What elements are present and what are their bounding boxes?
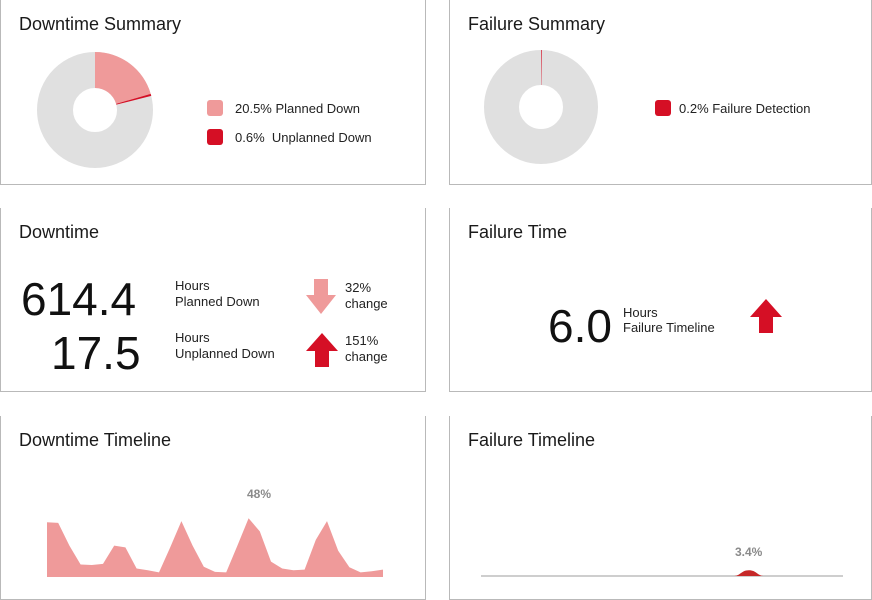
downtime-area-chart[interactable] <box>45 515 385 580</box>
planned-change: 32% change <box>345 280 388 312</box>
failure-summary-card: Failure Summary 0.2% Failure Detection <box>449 0 872 185</box>
failure-timeline-caption: Failure Timeline <box>623 320 715 335</box>
downtime-summary-card: Downtime Summary 20.5% Planned Down 0.6%… <box>0 0 426 185</box>
legend-planned-down[interactable]: 20.5% Planned Down <box>207 100 360 116</box>
failure-timeline-card: Failure Timeline 3.4% <box>449 416 872 600</box>
downtime-peak-label: 48% <box>247 487 272 501</box>
unplanned-down-value: 17.5 <box>51 327 141 379</box>
unplanned-down-label: Hours Unplanned Down <box>175 330 275 362</box>
donut-slice-planned-down <box>95 52 151 104</box>
planned-change-pct: 32% <box>345 280 372 295</box>
unplanned-change-pct: 151% <box>345 333 379 348</box>
downtime-timeline-card: Downtime Timeline 48% <box>0 416 426 600</box>
planned-down-value: 614.4 <box>21 273 137 325</box>
arrow-down-icon <box>306 279 336 314</box>
downtime-card: Downtime 614.4 Hours Planned Down 32% ch… <box>0 208 426 392</box>
failure-area-series <box>732 570 765 576</box>
failure-time-card: Failure Time 6.0 Hours Failure Timeline <box>449 208 872 392</box>
failure-time-label: Hours Failure Timeline <box>623 305 715 335</box>
planned-down-legend-label: 20.5% Planned Down <box>235 100 361 116</box>
planned-down-caption: Planned Down <box>175 294 260 309</box>
downtime-title: Downtime <box>19 222 100 242</box>
downtime-area-series <box>47 518 383 577</box>
failure-donut-chart[interactable] <box>482 48 600 166</box>
legend-failure-detection[interactable]: 0.2% Failure Detection <box>655 100 811 116</box>
failure-peak-label: 3.4% <box>735 545 763 559</box>
failure-time-value: 6.0 <box>548 300 612 352</box>
failure-detection-legend-label: 0.2% Failure Detection <box>679 100 811 116</box>
planned-down-label: Hours Planned Down <box>175 278 260 310</box>
arrow-up-icon <box>306 333 338 367</box>
unplanned-hours-unit: Hours <box>175 330 210 345</box>
unplanned-down-caption: Unplanned Down <box>175 346 275 361</box>
unplanned-change: 151% change <box>345 333 388 365</box>
unplanned-change-word: change <box>345 349 388 364</box>
planned-hours-unit: Hours <box>175 278 210 293</box>
legend-unplanned-down[interactable]: 0.6% Unplanned Down <box>207 129 372 145</box>
failure-hours-unit: Hours <box>623 305 658 320</box>
failure-area-chart[interactable] <box>481 564 843 584</box>
downtime-summary-title: Downtime Summary <box>19 14 182 34</box>
failure-summary-title: Failure Summary <box>468 14 606 34</box>
arrow-up-icon <box>750 299 782 333</box>
failure-detection-swatch <box>655 100 671 116</box>
unplanned-down-swatch <box>207 129 223 145</box>
downtime-timeline-title: Downtime Timeline <box>19 430 172 450</box>
downtime-donut-chart[interactable] <box>35 50 155 170</box>
failure-time-title: Failure Time <box>468 222 568 242</box>
failure-timeline-title: Failure Timeline <box>468 430 596 450</box>
planned-down-swatch <box>207 100 223 116</box>
planned-change-word: change <box>345 296 388 311</box>
unplanned-down-legend-label: 0.6% Unplanned Down <box>235 129 372 145</box>
